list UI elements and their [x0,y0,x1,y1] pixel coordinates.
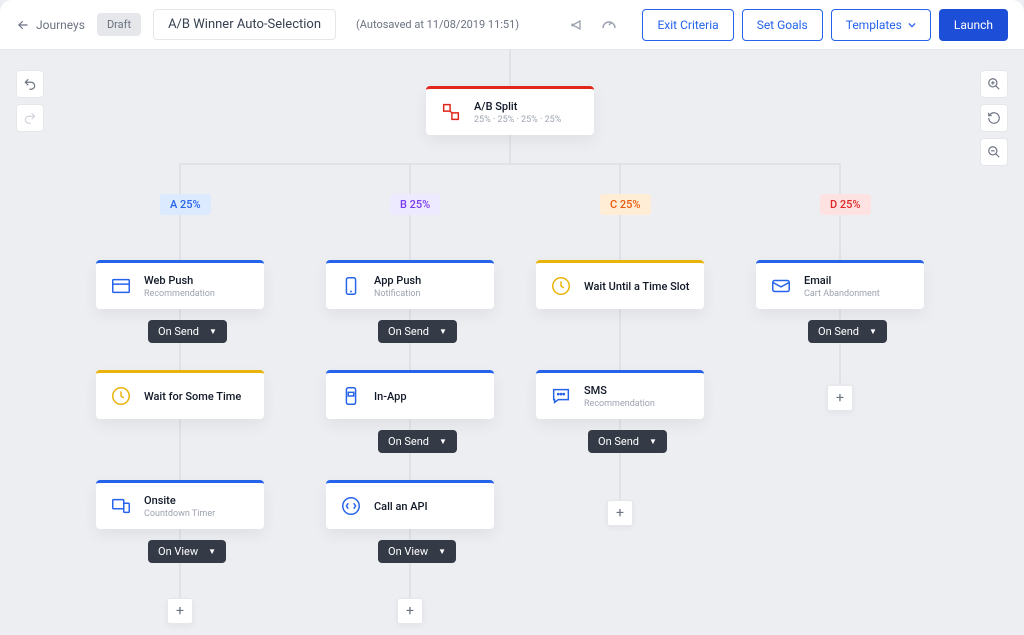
autosave-label: (Autosaved at 11/08/2019 11:51) [356,18,519,31]
node-subtitle: 25% · 25% · 25% · 25% [474,115,561,125]
chevron-down-icon: ▼ [208,547,216,556]
pill-label: On Send [818,325,859,338]
node-in-app[interactable]: In-App [326,370,494,419]
chevron-down-icon: ▼ [869,327,877,336]
node-app-push[interactable]: App Push Notification [326,260,494,309]
pill-label: On Send [158,325,199,338]
node-call-api[interactable]: Call an API [326,480,494,529]
api-icon [338,493,364,519]
canvas: A/B Split 25% · 25% · 25% · 25% A 25% B … [0,50,1024,635]
draft-badge: Draft [97,13,141,36]
branch-label-a: A 25% [160,194,211,215]
zoom-out-icon [987,145,1001,159]
node-subtitle: Cart Abandonment [804,289,880,299]
journey-title[interactable]: A/B Winner Auto-Selection [153,9,336,40]
add-node-button[interactable]: + [607,500,633,526]
node-title: Wait for Some Time [144,390,241,403]
node-title: SMS [584,384,655,397]
chevron-down-icon: ▼ [438,547,446,556]
back-label: Journeys [36,18,85,32]
node-title: App Push [374,274,421,287]
back-button[interactable]: Journeys [16,18,85,32]
pill-on-send[interactable]: On Send ▼ [808,320,887,343]
devices-icon [108,493,134,519]
undo-button[interactable] [16,70,44,98]
web-push-icon [108,273,134,299]
node-title: Onsite [144,494,215,507]
templates-button[interactable]: Templates [831,9,931,41]
add-node-button[interactable]: + [827,385,853,411]
chevron-down-icon: ▼ [439,327,447,336]
exit-criteria-button[interactable]: Exit Criteria [642,9,733,41]
pill-label: On View [388,545,428,558]
pill-on-send[interactable]: On Send ▼ [378,430,457,453]
node-wait-time-slot[interactable]: Wait Until a Time Slot [536,260,704,309]
pill-label: On Send [598,435,639,448]
pill-on-send[interactable]: On Send ▼ [588,430,667,453]
pill-label: On Send [388,325,429,338]
zoom-reset-button[interactable] [980,104,1008,132]
add-node-button[interactable]: + [167,598,193,624]
clock-icon [548,273,574,299]
mobile-icon [338,273,364,299]
node-subtitle: Countdown Timer [144,509,215,519]
launch-button[interactable]: Launch [939,9,1008,41]
node-email[interactable]: Email Cart Abandonment [756,260,924,309]
chevron-down-icon: ▼ [649,437,657,446]
sms-icon [548,383,574,409]
redo-button [16,104,44,132]
set-goals-button[interactable]: Set Goals [742,9,823,41]
node-sms[interactable]: SMS Recommendation [536,370,704,419]
pill-on-send[interactable]: On Send ▼ [148,320,227,343]
undo-icon [23,77,37,91]
node-title: Call an API [374,500,428,513]
node-title: In-App [374,390,407,403]
pill-on-view[interactable]: On View ▼ [378,540,456,563]
redo-icon [23,111,37,125]
header-icons [570,16,618,34]
node-subtitle: Notification [374,289,421,299]
megaphone-icon[interactable] [570,17,586,33]
node-subtitle: Recommendation [144,289,215,299]
node-ab-split[interactable]: A/B Split 25% · 25% · 25% · 25% [426,86,594,135]
email-icon [768,273,794,299]
clock-icon [108,383,134,409]
node-title: Web Push [144,274,215,287]
pill-on-view[interactable]: On View ▼ [148,540,226,563]
node-title: Email [804,274,880,287]
arrow-left-icon [16,18,30,32]
in-app-icon [338,383,364,409]
add-node-button[interactable]: + [397,598,423,624]
gauge-icon[interactable] [600,16,618,34]
node-wait-some-time[interactable]: Wait for Some Time [96,370,264,419]
node-title: A/B Split [474,100,561,113]
pill-label: On View [158,545,198,558]
chevron-down-icon: ▼ [209,327,217,336]
zoom-out-button[interactable] [980,138,1008,166]
header: Journeys Draft A/B Winner Auto-Selection… [0,0,1024,50]
templates-label: Templates [846,18,902,32]
node-subtitle: Recommendation [584,399,655,409]
chevron-down-icon [908,21,916,29]
branch-label-c: C 25% [600,194,651,215]
zoom-in-icon [987,77,1001,91]
node-onsite[interactable]: Onsite Countdown Timer [96,480,264,529]
refresh-icon [987,111,1001,125]
pill-label: On Send [388,435,429,448]
node-web-push[interactable]: Web Push Recommendation [96,260,264,309]
node-title: Wait Until a Time Slot [584,280,689,293]
chevron-down-icon: ▼ [439,437,447,446]
pill-on-send[interactable]: On Send ▼ [378,320,457,343]
split-icon [438,99,464,125]
branch-label-b: B 25% [390,194,440,215]
branch-label-d: D 25% [820,194,871,215]
zoom-in-button[interactable] [980,70,1008,98]
